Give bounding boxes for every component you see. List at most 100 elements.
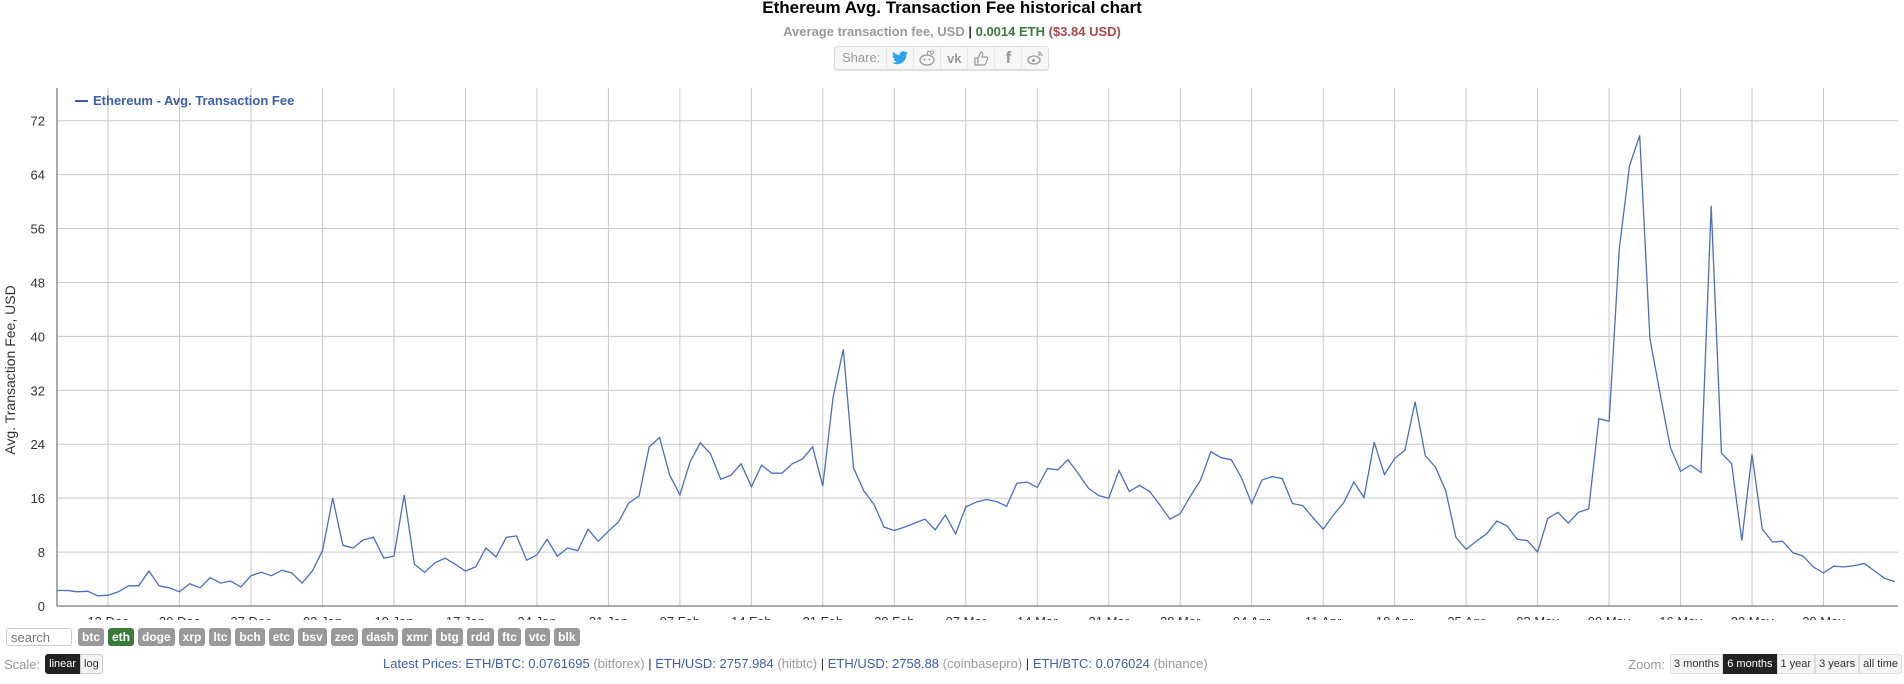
reddit-icon[interactable] [913,47,940,69]
data-point[interactable] [1535,549,1541,555]
data-point[interactable] [1412,399,1418,405]
zoom-1-year-button[interactable]: 1 year [1776,654,1816,674]
data-point[interactable] [74,589,80,595]
weibo-icon[interactable] [1021,47,1048,69]
data-point[interactable] [1147,488,1153,494]
coin-etc[interactable]: etc [268,628,295,646]
data-point[interactable] [105,592,111,598]
data-point[interactable] [738,461,744,467]
data-point[interactable] [1045,466,1051,472]
data-point[interactable] [891,528,897,534]
data-point[interactable] [156,583,162,589]
data-point[interactable] [728,472,734,478]
data-point[interactable] [902,524,908,530]
data-point[interactable] [1657,391,1663,397]
scale-log-button[interactable]: log [80,654,103,674]
data-point[interactable] [1177,511,1183,517]
data-point[interactable] [228,578,234,584]
data-point[interactable] [851,465,857,471]
data-point[interactable] [1831,563,1837,569]
coin-eth[interactable]: eth [108,628,134,646]
data-point[interactable] [1351,479,1357,485]
data-point[interactable] [667,472,673,478]
data-point[interactable] [524,557,530,563]
data-point[interactable] [697,440,703,446]
data-point[interactable] [1290,501,1296,507]
data-point[interactable] [565,545,571,551]
data-point[interactable] [1259,477,1265,483]
data-point[interactable] [1729,461,1735,467]
data-point[interactable] [1116,468,1122,474]
data-point[interactable] [452,561,458,567]
data-point[interactable] [360,537,366,543]
data-point[interactable] [54,588,60,594]
data-point[interactable] [1606,418,1612,424]
data-point[interactable] [1157,502,1163,508]
data-point[interactable] [1688,462,1694,468]
data-point[interactable] [1708,203,1714,209]
data-point[interactable] [1882,575,1888,581]
legend[interactable]: Ethereum - Avg. Transaction Fee [75,93,294,108]
data-point[interactable] [646,444,652,450]
data-point[interactable] [1576,509,1582,515]
data-point[interactable] [1187,493,1193,499]
data-point[interactable] [820,483,826,489]
data-point[interactable] [1780,538,1786,544]
data-point[interactable] [1024,479,1030,485]
data-point[interactable] [268,573,274,579]
data-point[interactable] [554,553,560,559]
data-point[interactable] [197,585,203,591]
data-point[interactable] [177,589,183,595]
data-point[interactable] [136,583,142,589]
coin-blk[interactable]: blk [554,628,580,646]
data-point[interactable] [1524,538,1530,544]
data-point[interactable] [718,476,724,482]
data-point[interactable] [626,500,632,506]
data-point[interactable] [1892,579,1898,585]
data-point[interactable] [1014,480,1020,486]
data-point[interactable] [1473,538,1479,544]
facebook-icon[interactable]: f [994,47,1021,69]
data-point[interactable] [1637,133,1643,139]
data-point[interactable] [309,568,315,574]
data-point[interactable] [411,561,417,567]
vk-icon[interactable]: vk [940,47,967,69]
data-point[interactable] [320,548,326,554]
coin-ltc[interactable]: ltc [209,628,232,646]
data-point[interactable] [1065,457,1071,463]
data-point[interactable] [830,395,836,401]
data-point[interactable] [1055,467,1061,473]
data-point[interactable] [605,528,611,534]
data-point[interactable] [166,585,172,591]
data-point[interactable] [258,569,264,575]
data-point[interactable] [1320,526,1326,532]
coin-zec[interactable]: zec [330,628,359,646]
data-point[interactable] [1136,482,1142,488]
data-point[interactable] [514,533,520,539]
zoom-all-time-button[interactable]: all time [1859,654,1902,674]
data-point[interactable] [789,461,795,467]
data-point[interactable] [207,575,213,581]
data-point[interactable] [1616,246,1622,252]
data-point[interactable] [1739,538,1745,544]
price-pair[interactable]: ETH/USD: 2758.88 [828,656,939,671]
data-point[interactable] [953,531,959,537]
coin-xrp[interactable]: xrp [178,628,206,646]
data-point[interactable] [1790,550,1796,556]
like-icon[interactable] [967,47,994,69]
coin-bsv[interactable]: bsv [298,628,327,646]
data-point[interactable] [391,553,397,559]
data-point[interactable] [85,588,91,594]
data-point[interactable] [238,584,244,590]
coin-dash[interactable]: dash [362,628,399,646]
coin-vtc[interactable]: vtc [524,628,551,646]
legend-label[interactable]: Ethereum - Avg. Transaction Fee [93,93,294,108]
data-point[interactable] [1463,546,1469,552]
data-point[interactable] [1249,501,1255,507]
data-point[interactable] [881,524,887,530]
data-point[interactable] [993,499,999,505]
data-point[interactable] [636,493,642,499]
data-point[interactable] [1034,484,1040,490]
data-point[interactable] [687,459,693,465]
data-point[interactable] [1555,509,1561,515]
